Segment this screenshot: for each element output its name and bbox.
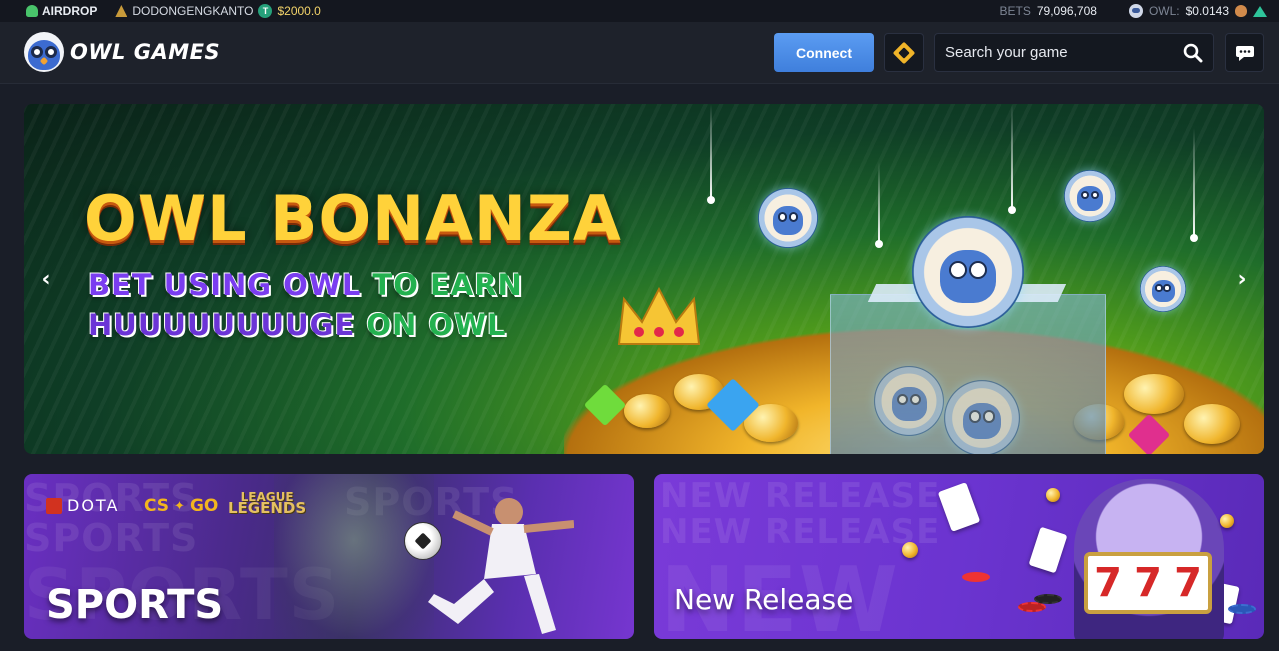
ticker-bar: AIRDROP DODONGENGKANTO T $2000.0 BETS 79… <box>0 0 1279 22</box>
soccer-player-image <box>428 498 574 634</box>
sports-card[interactable]: SPORTS SPORTS SPORTS SPORTS DOTA CS✦GO L… <box>24 474 634 639</box>
search-box <box>934 33 1214 72</box>
owl-coin-image <box>944 380 1020 454</box>
hero-subtitle-line1: BET USING OWL TO EARN <box>88 268 523 302</box>
user-avatar-icon <box>115 5 128 17</box>
bets-value: 79,096,708 <box>1036 4 1097 18</box>
dex-icon[interactable] <box>1253 5 1267 17</box>
owl-token-icon <box>1128 4 1143 18</box>
crown-image <box>617 286 701 345</box>
pancakeswap-icon[interactable] <box>1235 5 1247 17</box>
owl-coin-image <box>912 216 1024 328</box>
owl-label: OWL: <box>1148 4 1180 18</box>
connect-button[interactable]: Connect <box>774 33 874 72</box>
owl-coin-image <box>1140 266 1186 312</box>
cube-icon <box>892 41 916 64</box>
header: OWL GAMES Connect <box>0 22 1279 84</box>
chat-button[interactable] <box>1225 33 1264 72</box>
search-input[interactable] <box>935 44 1173 61</box>
tether-icon: T <box>258 4 273 18</box>
owl-price: $0.0143 <box>1185 4 1229 18</box>
hero-subtitle-line2: HUUUUUUUUGE ON OWL <box>88 308 507 342</box>
chat-icon <box>1235 45 1254 61</box>
owl-coin-image <box>758 188 818 248</box>
airdrop-label: AIRDROP <box>42 4 98 18</box>
sports-label: SPORTS <box>46 582 224 628</box>
search-icon[interactable] <box>1173 33 1213 72</box>
league-of-legends-logo: LEAGUE LEGENDS <box>228 490 307 517</box>
owl-coin-image <box>874 366 944 436</box>
dota-logo: DOTA <box>46 496 119 515</box>
hero-banner[interactable]: OWL BONANZA BET USING OWL TO EARN HUUUUU… <box>24 104 1264 454</box>
user-info: DODONGENGKANTO T $2000.0 <box>115 4 321 18</box>
cube-button[interactable] <box>884 33 924 72</box>
hero-prev-arrow-icon[interactable]: ‹ <box>34 264 58 294</box>
username: DODONGENGKANTO <box>132 4 254 18</box>
dota-icon <box>46 497 62 514</box>
hero-title: OWL BONANZA <box>84 182 622 255</box>
balance: $2000.0 <box>277 4 321 18</box>
logo[interactable]: OWL GAMES <box>24 32 220 72</box>
owl-coin-image <box>1064 170 1116 222</box>
logo-text: OWL GAMES <box>70 40 221 64</box>
bets-label: BETS <box>999 4 1031 18</box>
tree-icon <box>26 5 38 17</box>
new-release-card[interactable]: NEW RELEASE NEW RELEASE NEW 777 New Rele… <box>654 474 1264 639</box>
hero-next-arrow-icon[interactable]: › <box>1230 264 1254 294</box>
csgo-logo: CS ✦ GO <box>144 496 219 516</box>
slot-reels: 777 <box>1084 552 1212 614</box>
airdrop-link[interactable]: AIRDROP <box>26 4 97 18</box>
owl-logo-icon <box>24 32 64 72</box>
new-release-label: New Release <box>674 583 854 616</box>
soccer-ball-image <box>404 522 442 560</box>
